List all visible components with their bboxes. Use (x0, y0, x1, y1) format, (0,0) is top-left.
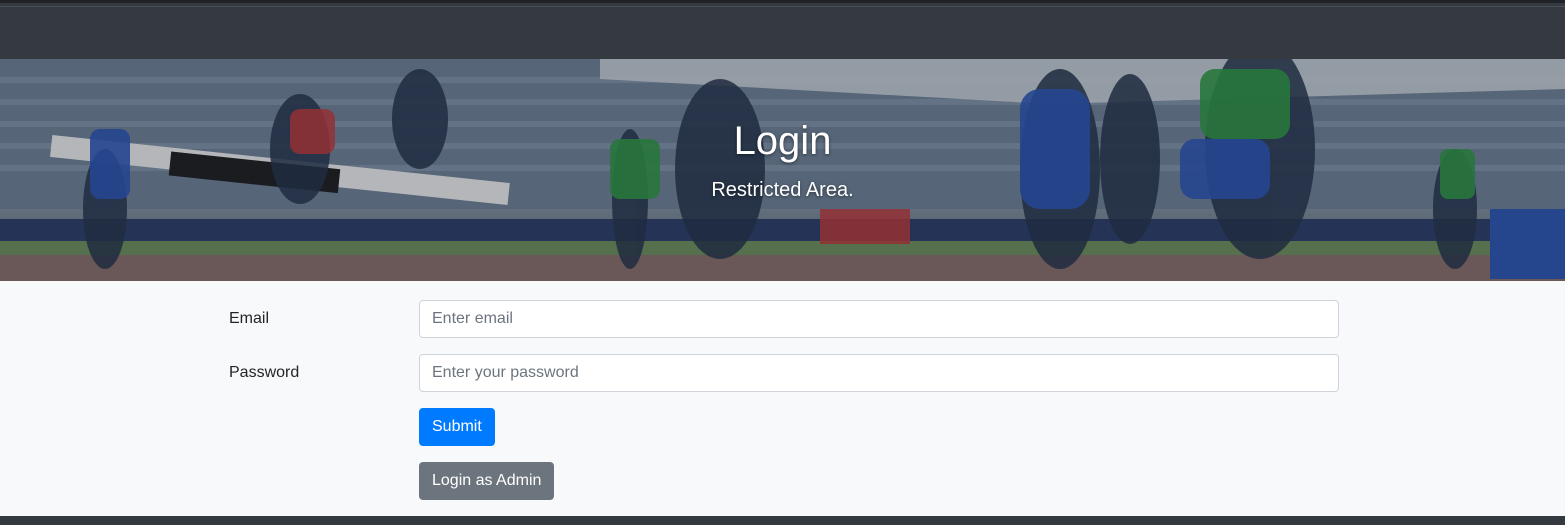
login-as-admin-button[interactable]: Login as Admin (419, 462, 555, 500)
top-navbar (0, 0, 1565, 59)
login-form: Email Password Submit Login as Admin (0, 281, 1565, 516)
password-field[interactable] (419, 354, 1339, 392)
navbar-divider (0, 6, 1565, 7)
hero-overlay (0, 59, 1565, 281)
email-label: Email (229, 310, 270, 327)
hero-banner: Login Restricted Area. (0, 59, 1565, 281)
page-subtitle: Restricted Area. (711, 179, 854, 201)
password-label: Password (229, 364, 300, 381)
footer-bar (0, 516, 1565, 525)
submit-button[interactable]: Submit (419, 408, 495, 446)
email-field[interactable] (419, 300, 1339, 338)
page-title: Login (733, 119, 832, 163)
